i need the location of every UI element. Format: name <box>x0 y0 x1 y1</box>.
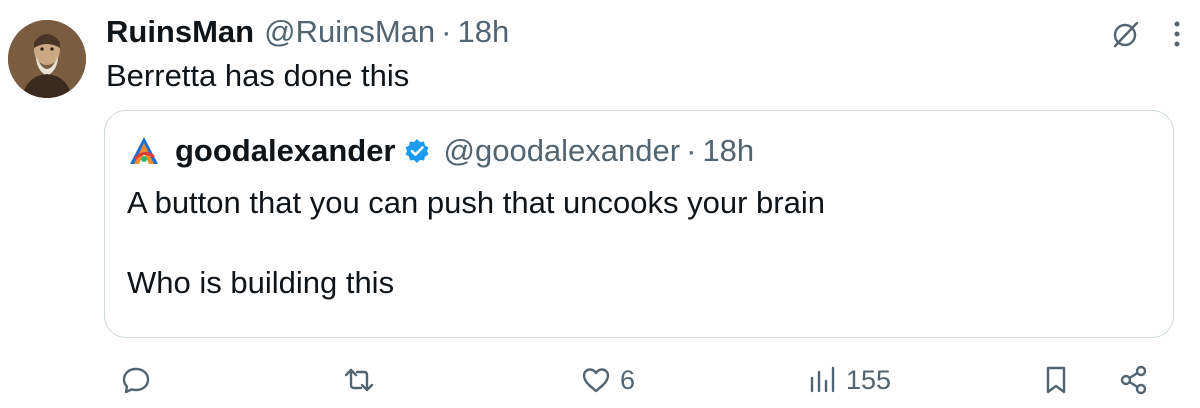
quoted-author-handle[interactable]: @goodalexander <box>444 131 681 171</box>
author-handle[interactable]: @RuinsMan <box>264 12 435 52</box>
verified-badge-icon <box>404 138 430 164</box>
quoted-author-display-name[interactable]: goodalexander <box>175 131 396 171</box>
quoted-tweet-card[interactable]: goodalexander @goodalexander · 18h A but… <box>104 110 1174 338</box>
views-count: 155 <box>846 364 892 395</box>
like-count: 6 <box>620 364 636 395</box>
reply-icon <box>122 367 150 394</box>
bookmark-button[interactable] <box>1042 360 1070 400</box>
share-icon <box>1120 365 1147 395</box>
views-button[interactable]: 155 <box>808 360 891 400</box>
tweet-timestamp[interactable]: 18h <box>457 12 509 52</box>
bookmark-icon <box>1046 366 1066 394</box>
grok-icon[interactable] <box>1110 18 1142 50</box>
heart-icon <box>582 368 610 393</box>
more-icon[interactable] <box>1172 19 1182 49</box>
tweet-top-actions <box>1110 18 1182 50</box>
separator-dot: · <box>441 14 452 49</box>
tweet-text: Berretta has done this <box>106 58 410 93</box>
author-display-name[interactable]: RuinsMan <box>106 12 254 52</box>
like-button[interactable]: 6 <box>580 360 635 400</box>
quoted-tweet-text: A button that you can push that uncooks … <box>127 185 825 300</box>
quoted-tweet-timestamp[interactable]: 18h <box>702 131 754 171</box>
views-icon <box>810 366 835 393</box>
quoted-separator-dot: · <box>686 133 697 168</box>
quoted-tweet-header: goodalexander @goodalexander · 18h <box>127 131 754 171</box>
author-avatar[interactable] <box>8 20 86 98</box>
repost-button[interactable] <box>342 360 376 400</box>
quoted-author-avatar[interactable] <box>127 134 161 168</box>
repost-icon <box>344 368 374 392</box>
reply-button[interactable] <box>120 360 152 400</box>
avatar-image <box>8 20 86 98</box>
tweet-header: RuinsMan @RuinsMan · 18h <box>106 12 509 52</box>
share-button[interactable] <box>1118 360 1150 400</box>
tweet-action-bar: 6 155 <box>108 360 1173 400</box>
